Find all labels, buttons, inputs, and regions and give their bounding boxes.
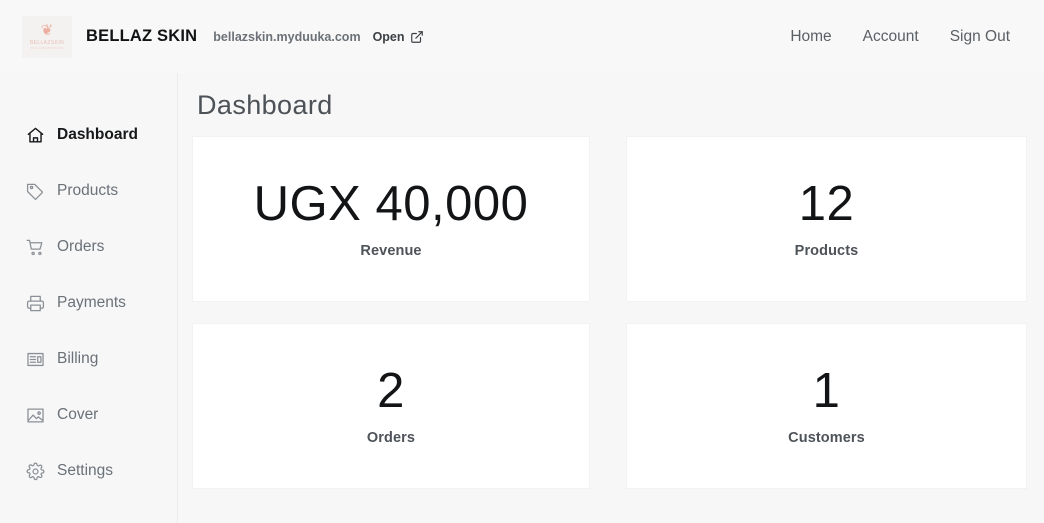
- article-icon: [27, 352, 44, 366]
- printer-icon: [26, 295, 45, 311]
- logo-name-text: BELLAZSKIN: [29, 40, 65, 46]
- sidebar-label-payments: Payments: [57, 294, 126, 311]
- stat-value-revenue: UGX 40,000: [253, 176, 529, 231]
- sidebar-label-billing: Billing: [57, 350, 99, 367]
- butterfly-icon: ❦: [40, 22, 54, 39]
- image-icon: [27, 408, 44, 422]
- store-logo: ❦ BELLAZSKIN SKIN CARE PRODUCTS: [22, 15, 72, 58]
- cart-icon: [26, 239, 43, 255]
- sidebar-label-products: Products: [57, 182, 119, 199]
- sidebar-label-settings: Settings: [57, 462, 114, 479]
- stat-label-orders: Orders: [366, 430, 416, 447]
- stat-label-revenue: Revenue: [360, 243, 422, 260]
- stat-card-customers: 1 Customers: [627, 324, 1026, 488]
- sidebar-item-billing[interactable]: Billing: [0, 346, 177, 372]
- stat-card-orders: 2 Orders: [193, 324, 589, 488]
- sidebar-item-cover[interactable]: Cover: [0, 402, 177, 428]
- sidebar-label-cover: Cover: [57, 406, 99, 423]
- home-icon: [27, 127, 44, 143]
- sidebar-item-settings[interactable]: Settings: [0, 458, 177, 484]
- stat-card-products: 12 Products: [627, 137, 1026, 301]
- stat-card-grid: UGX 40,000 Revenue 12 Products 2 Orders …: [193, 137, 1026, 488]
- sidebar-item-orders[interactable]: Orders: [0, 234, 177, 260]
- external-link-icon: [410, 30, 423, 43]
- logo-tagline-text: SKIN CARE PRODUCTS: [30, 47, 64, 50]
- nav-sign-out[interactable]: Sign Out: [950, 28, 1010, 46]
- page-title: Dashboard: [197, 90, 333, 120]
- stat-card-revenue: UGX 40,000 Revenue: [193, 137, 589, 301]
- gear-icon: [26, 462, 45, 480]
- stat-label-customers: Customers: [788, 430, 865, 447]
- sidebar-label-orders: Orders: [57, 238, 105, 255]
- open-link-label: Open: [372, 29, 405, 44]
- nav-home[interactable]: Home: [790, 28, 831, 46]
- stat-value-products: 12: [798, 176, 855, 231]
- stat-label-products: Products: [794, 243, 859, 260]
- store-url: bellazskin.myduuka.com: [213, 29, 361, 44]
- sidebar-label-dashboard: Dashboard: [57, 126, 138, 143]
- sidebar-item-dashboard[interactable]: Dashboard: [0, 122, 177, 148]
- store-name: BELLAZ SKIN: [86, 27, 198, 45]
- tag-icon: [26, 183, 43, 200]
- sidebar: Dashboard Products Orders Payments Billi…: [0, 73, 178, 523]
- sidebar-item-products[interactable]: Products: [0, 178, 177, 204]
- dashboard-page: ❦ BELLAZSKIN SKIN CARE PRODUCTS BELLAZ S…: [0, 0, 1044, 523]
- stat-value-customers: 1: [812, 363, 841, 418]
- stat-value-orders: 2: [377, 363, 405, 418]
- open-store-link[interactable]: Open: [373, 30, 424, 44]
- sidebar-item-payments[interactable]: Payments: [0, 290, 177, 316]
- top-navigation: Home Account Sign Out: [790, 28, 1044, 46]
- top-header: ❦ BELLAZSKIN SKIN CARE PRODUCTS BELLAZ S…: [0, 0, 1044, 73]
- main-content: Dashboard UGX 40,000 Revenue 12 Products…: [178, 73, 1044, 523]
- nav-account[interactable]: Account: [863, 28, 919, 46]
- brand-block: ❦ BELLAZSKIN SKIN CARE PRODUCTS BELLAZ S…: [0, 15, 424, 58]
